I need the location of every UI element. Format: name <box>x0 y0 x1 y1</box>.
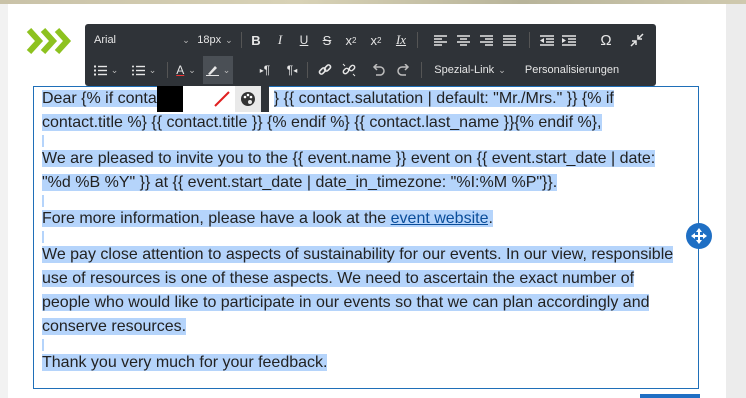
invite-line-2: "%d %B %Y" }} at {{ event.start_date | d… <box>42 174 558 191</box>
clear-format-icon[interactable]: Ix <box>390 26 412 54</box>
indent-icon[interactable] <box>559 26 579 54</box>
color-picker-popup <box>157 86 269 112</box>
paragraph-info: Fore more information, please have a loo… <box>42 207 692 231</box>
italic-icon[interactable]: I <box>269 26 291 54</box>
thanks-line: Thank you very much for your feedback. <box>42 354 328 371</box>
paragraph-greeting: Dear {% if conta } {{ contact.salutation … <box>42 87 692 135</box>
font-color-icon[interactable]: A ⌄ <box>173 56 199 84</box>
font-family-value: Arial <box>94 34 117 46</box>
sustainability-line-3: people who would like to participate in … <box>42 294 650 311</box>
align-right-icon[interactable] <box>476 26 496 54</box>
superscript-mark: 2 <box>352 35 357 45</box>
greeting-line-1-end: } {{ contact.salutation | default: "Mr./… <box>273 90 614 107</box>
subscript-icon[interactable]: x2 <box>364 26 388 54</box>
right-gutter <box>726 4 746 398</box>
editor-toolbar: Arial ⌄ 18px ⌄ B I U S x2 x2 Ix Ω ⌄ ⌄ A … <box>85 24 656 86</box>
event-website-link[interactable]: event website <box>390 210 489 227</box>
font-family-caret-icon[interactable]: ⌄ <box>177 26 191 54</box>
subscript-mark: 2 <box>377 35 382 45</box>
paragraph-invite: We are pleased to invite you to the {{ e… <box>42 147 692 195</box>
personalize-button[interactable]: Personalisierungen <box>519 56 625 84</box>
bottom-action-tabs[interactable] <box>640 394 700 398</box>
highlight-icon[interactable]: ⌄ <box>203 56 233 84</box>
special-link-caret-icon: ⌄ <box>498 64 506 75</box>
ordered-list-caret-icon: ⌄ <box>110 64 119 75</box>
palette-icon[interactable] <box>235 86 261 112</box>
toolbar-separator <box>421 62 422 78</box>
selection-gap <box>42 195 44 207</box>
selection-gap <box>42 339 44 351</box>
special-link-label: Spezial-Link <box>434 64 495 76</box>
paragraph-sustainability: We pay close attention to aspects of sus… <box>42 243 692 339</box>
collapse-icon[interactable] <box>625 26 649 54</box>
color-swatch-none[interactable] <box>209 86 235 112</box>
align-justify-icon[interactable] <box>499 26 519 54</box>
rtl-icon[interactable]: ¶ ◂ <box>280 56 304 84</box>
font-color-letter: A <box>176 63 185 77</box>
info-before-link: Fore more information, please have a loo… <box>42 210 391 227</box>
special-link-dropdown[interactable]: Spezial-Link ⌄ <box>427 56 513 84</box>
rtl-arrow: ◂ <box>293 65 298 75</box>
sustainability-line-1: We pay close attention to aspects of sus… <box>42 246 674 263</box>
strikethrough-icon[interactable]: S <box>316 26 338 54</box>
invite-line-1: We are pleased to invite you to the {{ e… <box>42 150 656 167</box>
font-size-value: 18px <box>197 34 222 46</box>
redo-icon[interactable] <box>393 56 415 84</box>
toolbar-separator <box>307 62 308 78</box>
ordered-list-icon[interactable]: ⌄ <box>91 56 121 84</box>
unlink-icon[interactable] <box>337 56 361 84</box>
sustainability-line-2: use of resources is one of these aspects… <box>42 270 635 287</box>
unordered-list-icon[interactable]: ⌄ <box>129 56 159 84</box>
toolbar-separator <box>417 32 418 48</box>
greeting-line-1-start: Dear {% if conta <box>42 90 157 107</box>
undo-icon[interactable] <box>367 56 389 84</box>
move-icon[interactable] <box>686 223 712 249</box>
toolbar-row-2: ⌄ ⌄ A ⌄ ⌄ ▸ ¶ ¶ ◂ Spezial-Link ⌄ Persona… <box>85 56 656 84</box>
unordered-list-caret-icon: ⌄ <box>148 64 157 75</box>
font-family-select[interactable]: Arial <box>91 26 184 54</box>
toolbar-separator <box>241 32 242 48</box>
font-size-select[interactable]: 18px ⌄ <box>191 26 239 54</box>
color-swatch-white[interactable] <box>183 86 209 112</box>
font-size-caret-icon: ⌄ <box>225 34 233 45</box>
sustainability-line-4: conserve resources. <box>42 318 187 335</box>
chevrons-right-icon <box>26 24 74 58</box>
color-swatch-black[interactable] <box>157 86 183 112</box>
greeting-line-2: contact.title %} {{ contact.title }} {% … <box>42 114 602 131</box>
highlight-caret-icon: ⌄ <box>222 64 231 75</box>
bold-icon[interactable]: B <box>245 26 267 54</box>
underline-icon[interactable]: U <box>293 26 315 54</box>
ltr-mark: ¶ <box>263 63 271 77</box>
ltr-icon[interactable]: ▸ ¶ <box>253 56 277 84</box>
align-left-icon[interactable] <box>430 26 450 54</box>
toolbar-separator <box>529 32 530 48</box>
align-center-icon[interactable] <box>453 26 473 54</box>
font-color-caret-icon: ⌄ <box>188 64 196 75</box>
editor-content[interactable]: Dear {% if conta } {{ contact.salutation … <box>42 87 692 375</box>
superscript-icon[interactable]: x2 <box>339 26 363 54</box>
link-icon[interactable] <box>313 56 337 84</box>
info-after-link: . <box>488 210 493 227</box>
selection-gap <box>42 231 44 243</box>
selection-gap <box>42 135 44 147</box>
toolbar-row-1: Arial ⌄ 18px ⌄ B I U S x2 x2 Ix Ω <box>85 26 656 54</box>
toolbar-separator <box>167 62 168 78</box>
paragraph-thanks: Thank you very much for your feedback. <box>42 351 692 375</box>
omega-icon[interactable]: Ω <box>595 26 617 54</box>
rich-text-editor[interactable]: Dear {% if conta } {{ contact.salutation … <box>33 86 699 389</box>
outdent-icon[interactable] <box>537 26 557 54</box>
